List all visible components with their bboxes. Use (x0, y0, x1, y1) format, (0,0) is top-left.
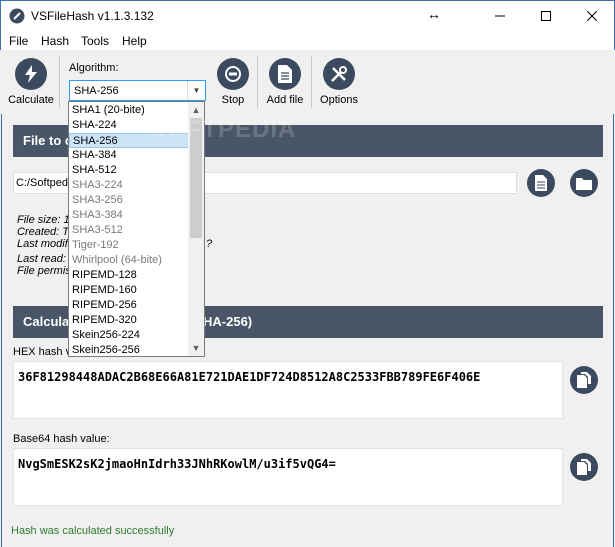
maximize-button[interactable] (523, 1, 569, 31)
stop-label: Stop (221, 94, 245, 106)
copy-icon (577, 372, 591, 388)
app-logo-icon (9, 8, 25, 24)
window-title: VSFileHash v1.1.3.132 (31, 9, 154, 23)
dropdown-option[interactable]: RIPEMD-160 (69, 283, 189, 298)
calculation-section-title: Calculat (23, 314, 74, 329)
open-folder-button[interactable] (570, 169, 598, 197)
menu-bar: File Hash Tools Help (0, 30, 615, 50)
dropdown-option[interactable]: RIPEMD-320 (69, 313, 189, 328)
hex-hash-value: 36F81298448ADAC2B68E66A81E721DAE1DF724D8… (18, 370, 481, 384)
toolbar-separator (311, 56, 312, 108)
close-button[interactable] (569, 1, 615, 31)
options-label: Options (320, 94, 358, 106)
minimize-icon (495, 15, 505, 17)
menu-file[interactable]: File (9, 34, 28, 48)
chevron-down-icon[interactable]: ▼ (187, 81, 205, 100)
softpedia-watermark: SOFTPEDIA (150, 116, 297, 143)
dropdown-option[interactable]: RIPEMD-128 (69, 268, 189, 283)
algorithm-label: Algorithm: (69, 62, 119, 74)
minimize-button[interactable] (477, 1, 523, 31)
document-icon (269, 58, 301, 90)
dropdown-option[interactable]: SHA3-384 (69, 208, 189, 223)
document-icon (535, 175, 547, 191)
calculate-label: Calculate (8, 94, 54, 106)
last-modified-tail: ? (206, 238, 213, 250)
toolbar-separator (257, 56, 258, 108)
dropdown-option[interactable]: Tiger-192 (69, 238, 189, 253)
status-message: Hash was calculated successfully (11, 525, 175, 537)
algorithm-select[interactable]: SHA-256 ▼ (69, 80, 206, 101)
toolbar-separator (59, 56, 60, 108)
file-size-info: File size: 1 (17, 214, 70, 226)
calculation-algorithm-suffix: HA-256) (203, 314, 253, 329)
close-icon (587, 11, 597, 21)
base64-hash-field[interactable]: NvgSmESK2sK2jmaoHnIdrh33JNhRKowlM/u3if5v… (13, 448, 563, 506)
algorithm-value: SHA-256 (74, 85, 119, 97)
dropdown-option[interactable]: SHA3-224 (69, 178, 189, 193)
menu-help[interactable]: Help (122, 34, 147, 48)
last-read-info: Last read: (17, 253, 66, 265)
stop-icon (217, 58, 249, 90)
lightning-icon (15, 58, 47, 90)
calculate-button[interactable]: Calculate (7, 58, 55, 106)
scroll-down-icon[interactable]: ▼ (188, 340, 204, 356)
options-button[interactable]: Options (317, 58, 361, 106)
copy-icon (577, 459, 591, 475)
file-section-title: File to c (23, 133, 73, 148)
base64-hash-value: NvgSmESK2sK2jmaoHnIdrh33JNhRKowlM/u3if5v… (18, 457, 336, 471)
add-file-label: Add file (266, 94, 304, 106)
file-path-value: C:/Softped (16, 177, 68, 189)
title-bar: VSFileHash v1.1.3.132 ↔ (0, 0, 615, 30)
dropdown-option[interactable]: SHA3-256 (69, 193, 189, 208)
menu-tools[interactable]: Tools (81, 34, 109, 48)
dropdown-option[interactable]: RIPEMD-256 (69, 298, 189, 313)
copy-base64-button[interactable] (570, 453, 598, 481)
open-document-button[interactable] (527, 169, 555, 197)
add-file-button[interactable]: Add file (263, 58, 307, 106)
created-info: Created: T (17, 226, 69, 238)
menu-hash[interactable]: Hash (41, 34, 69, 48)
dropdown-option[interactable]: Skein256-256 (69, 343, 189, 358)
dropdown-option[interactable]: SHA-384 (69, 148, 189, 163)
stop-button[interactable]: Stop (213, 58, 253, 106)
maximize-icon (541, 11, 551, 21)
dropdown-option[interactable]: SHA3-512 (69, 223, 189, 238)
resize-cursor-icon: ↔ (427, 6, 441, 22)
base64-hash-label: Base64 hash value: (13, 433, 110, 445)
last-modified-info: Last modifi (17, 238, 71, 250)
tools-icon (323, 58, 355, 90)
dropdown-option[interactable]: SHA-512 (69, 163, 189, 178)
folder-icon (576, 177, 592, 190)
dropdown-option[interactable]: Skein256-224 (69, 328, 189, 343)
hex-hash-field[interactable]: 36F81298448ADAC2B68E66A81E721DAE1DF724D8… (13, 361, 563, 419)
copy-hex-button[interactable] (570, 366, 598, 394)
dropdown-option[interactable]: Whirlpool (64-bite) (69, 253, 189, 268)
